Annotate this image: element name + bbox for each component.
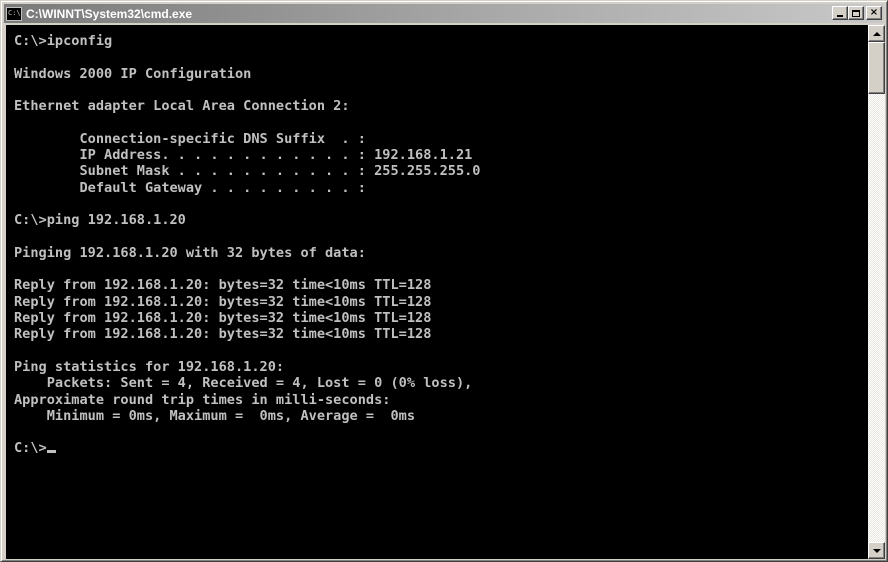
console-line: Default Gateway . . . . . . . . . :	[14, 179, 366, 196]
maximize-icon	[852, 9, 860, 17]
cmd-console-icon[interactable]: C:\	[6, 6, 22, 21]
close-button[interactable]: ×	[866, 6, 882, 20]
console-output[interactable]: C:\>ipconfig Windows 2000 IP Configuratio…	[6, 25, 868, 559]
console-line: Pinging 192.168.1.20 with 32 bytes of da…	[14, 244, 366, 261]
console-line: Windows 2000 IP Configuration	[14, 65, 252, 82]
minimize-button[interactable]	[832, 6, 848, 20]
console-line: Ethernet adapter Local Area Connection 2…	[14, 98, 350, 115]
console-line: Reply from 192.168.1.20: bytes=32 time<1…	[14, 310, 432, 327]
minimize-icon	[837, 15, 843, 17]
title-bar[interactable]: C:\ C:\WINNT\System32\cmd.exe ×	[4, 4, 884, 23]
scroll-down-button[interactable]	[868, 542, 885, 559]
maximize-button[interactable]	[848, 6, 864, 20]
vertical-scrollbar[interactable]	[868, 25, 885, 559]
cmd-window: C:\ C:\WINNT\System32\cmd.exe × C:\>ipco…	[0, 0, 888, 562]
arrow-down-icon	[872, 548, 881, 553]
console-line: C:\>ipconfig	[14, 33, 113, 49]
console-line: C:\>	[14, 440, 868, 456]
window-title: C:\WINNT\System32\cmd.exe	[26, 6, 193, 21]
console-line: Reply from 192.168.1.20: bytes=32 time<1…	[14, 277, 432, 294]
console-text: C:\>ipconfig Windows 2000 IP Configuratio…	[6, 25, 868, 457]
console-line: Reply from 192.168.1.20: bytes=32 time<1…	[14, 326, 432, 343]
console-line: Packets: Sent = 4, Received = 4, Lost = …	[14, 375, 473, 392]
text-cursor	[46, 450, 56, 454]
arrow-up-icon	[872, 31, 881, 36]
console-line: IP Address. . . . . . . . . . . . : 192.…	[14, 147, 473, 164]
scroll-up-button[interactable]	[868, 25, 885, 42]
console-line: Reply from 192.168.1.20: bytes=32 time<1…	[14, 293, 432, 310]
close-icon: ×	[869, 7, 879, 18]
console-line: Connection-specific DNS Suffix . :	[14, 130, 366, 147]
title-buttons: ×	[832, 6, 882, 20]
console-line: Approximate round trip times in milli-se…	[14, 391, 391, 408]
console-line: Ping statistics for 192.168.1.20:	[14, 358, 285, 375]
console-line: Subnet Mask . . . . . . . . . . . : 255.…	[14, 163, 481, 180]
console-line: Minimum = 0ms, Maximum = 0ms, Average = …	[14, 407, 416, 424]
scrollbar-thumb[interactable]	[868, 42, 885, 94]
console-line: C:\>ping 192.168.1.20	[14, 212, 186, 229]
